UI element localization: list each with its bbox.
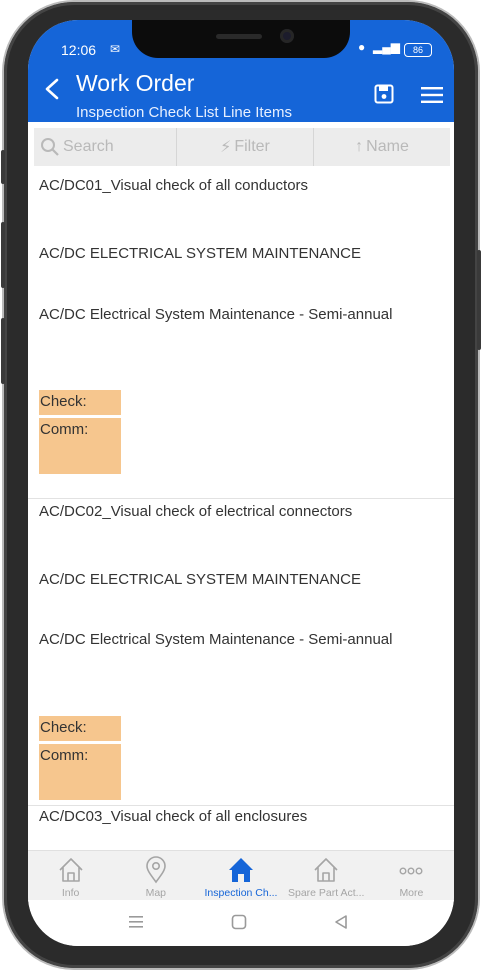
home-icon xyxy=(314,858,338,882)
tab-info[interactable]: Info xyxy=(28,851,113,901)
status-time: 12:06 xyxy=(61,42,97,58)
tab-label: Spare Part Act... xyxy=(287,887,365,899)
recent-apps-icon[interactable] xyxy=(128,914,144,930)
filter-label: Filter xyxy=(234,138,270,155)
more-icon xyxy=(399,867,423,875)
location-icon: ● xyxy=(358,40,366,54)
item-code: AC/DC03_Visual check of all enclosures xyxy=(39,808,308,825)
message-icon: ✉ xyxy=(110,42,121,56)
tab-spare-part-activity[interactable]: Spare Part Act... xyxy=(284,851,369,901)
bottom-tab-bar: Info Map Inspection Ch... Spare Part Act… xyxy=(28,850,454,901)
battery-indicator: 86 xyxy=(404,43,432,57)
save-icon[interactable] xyxy=(374,84,394,104)
list-toolbar: Search ⚡︎ Filter ↑ Name xyxy=(34,128,450,166)
home-icon xyxy=(59,858,83,882)
home-button-icon[interactable] xyxy=(231,914,247,930)
page-title: Work Order xyxy=(76,70,195,96)
phone-side-button xyxy=(1,222,5,288)
tab-map[interactable]: Map xyxy=(113,851,198,901)
speaker xyxy=(216,34,262,39)
search-icon xyxy=(41,138,59,156)
sort-button[interactable]: ↑ Name xyxy=(314,128,450,166)
notch xyxy=(132,20,350,58)
camera xyxy=(280,29,294,43)
item-plan: AC/DC Electrical System Maintenance - Se… xyxy=(39,306,393,323)
comm-field[interactable]: Comm: xyxy=(39,418,121,474)
arrow-up-icon: ↑ xyxy=(355,138,364,155)
page-subtitle: Inspection Check List Line Items xyxy=(76,104,292,121)
lightning-icon: ⚡︎ xyxy=(220,139,232,156)
list-item[interactable]: AC/DC01_Visual check of all conductors A… xyxy=(28,168,454,499)
comm-field[interactable]: Comm: xyxy=(39,744,121,800)
signal-icon: ▂▄▆ xyxy=(373,40,400,54)
phone-screen: 12:06 ✉ ● ▂▄▆ 86 Work Order Inspection C… xyxy=(28,20,454,946)
tab-label: More xyxy=(399,887,424,899)
search-button[interactable]: Search xyxy=(34,128,177,166)
sort-label: Name xyxy=(366,138,409,155)
check-field[interactable]: Check: xyxy=(39,716,121,741)
back-triangle-icon[interactable] xyxy=(333,914,349,930)
search-label: Search xyxy=(63,138,114,155)
list-item[interactable]: AC/DC02_Visual check of electrical conne… xyxy=(28,499,454,806)
tab-more[interactable]: More xyxy=(369,851,454,901)
item-plan: AC/DC Electrical System Maintenance - Se… xyxy=(39,631,393,648)
item-code: AC/DC02_Visual check of electrical conne… xyxy=(39,503,353,520)
tab-label: Map xyxy=(145,887,167,899)
back-arrow-icon[interactable] xyxy=(42,78,64,100)
list-item[interactable]: AC/DC03_Visual check of all enclosures xyxy=(28,806,454,850)
phone-side-button xyxy=(477,250,481,350)
phone-side-button xyxy=(1,150,5,184)
android-nav-bar xyxy=(28,900,454,946)
tab-inspection-checklist[interactable]: Inspection Ch... xyxy=(198,851,283,901)
home-icon xyxy=(229,858,253,882)
phone-side-button xyxy=(1,318,5,384)
item-code: AC/DC01_Visual check of all conductors xyxy=(39,177,309,194)
item-category: AC/DC ELECTRICAL SYSTEM MAINTENANCE xyxy=(39,245,361,262)
map-pin-icon xyxy=(145,856,166,884)
filter-button[interactable]: ⚡︎ Filter xyxy=(177,128,314,166)
menu-icon[interactable] xyxy=(421,86,443,104)
line-items-list: AC/DC01_Visual check of all conductors A… xyxy=(28,168,454,850)
tab-label: Info xyxy=(61,887,80,899)
item-category: AC/DC ELECTRICAL SYSTEM MAINTENANCE xyxy=(39,571,361,588)
check-field[interactable]: Check: xyxy=(39,390,121,415)
tab-label: Inspection Ch... xyxy=(204,887,278,899)
